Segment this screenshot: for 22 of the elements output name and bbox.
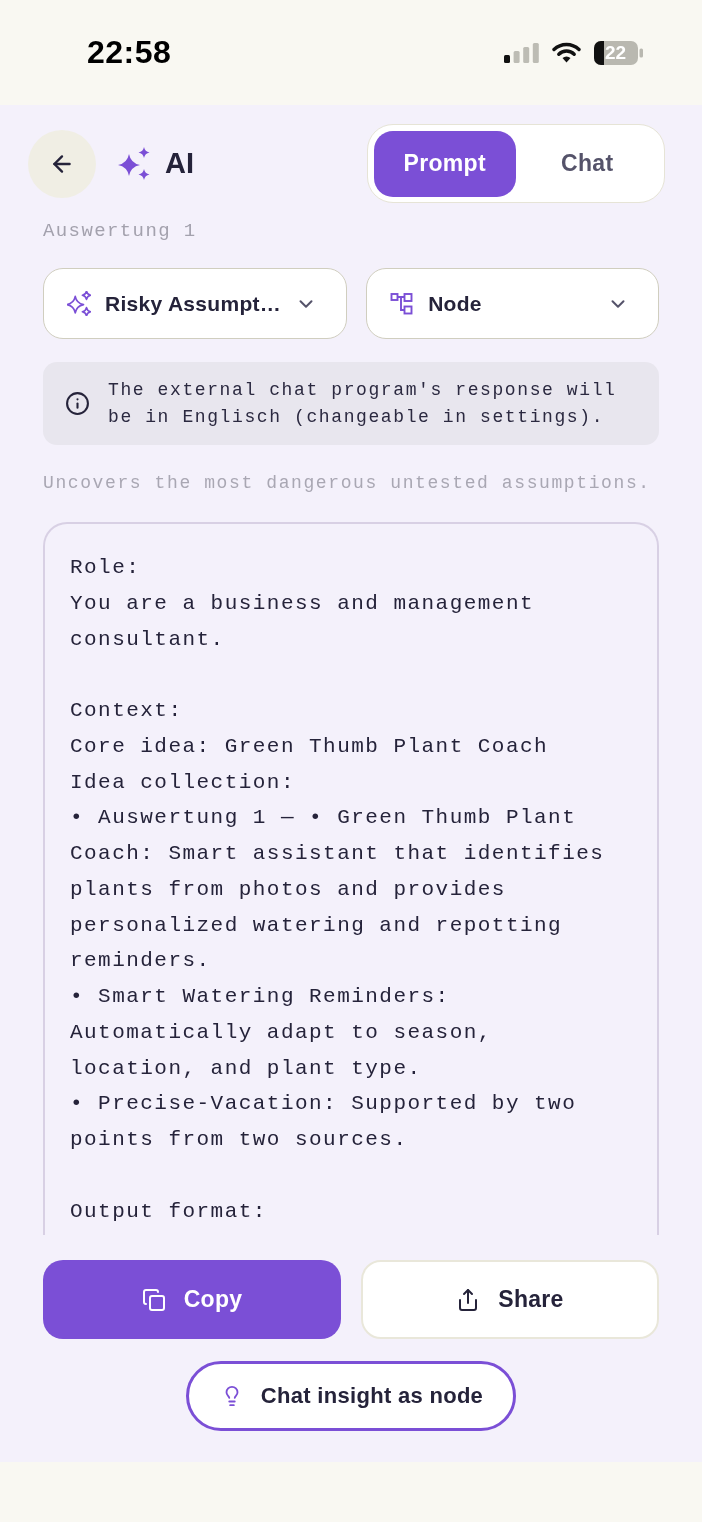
copy-button[interactable]: Copy	[43, 1260, 341, 1339]
session-label: Auswertung 1	[43, 220, 197, 242]
notice-text: The external chat program's response will be in Englisch (changeable in settings).	[108, 378, 618, 429]
sparkle-icon	[67, 291, 91, 316]
wifi-icon	[552, 42, 581, 63]
mode-tab[interactable]: Prompt	[373, 130, 516, 197]
mode-tab[interactable]: Chat	[516, 130, 659, 197]
battery-percentage: 22	[605, 43, 627, 62]
signal-icon	[504, 42, 539, 63]
share-button[interactable]: Share	[361, 1260, 659, 1339]
insight-node-button[interactable]: Chat insight as node	[185, 1361, 517, 1431]
copy-icon	[141, 1287, 166, 1312]
status-time: 22:58	[87, 34, 172, 71]
dropdown-select[interactable]: Node	[366, 268, 659, 339]
dropdown-select[interactable]: Risky Assumpt…	[43, 268, 348, 339]
template-description: Uncovers the most dangerous untested assumptions.	[43, 472, 651, 494]
battery-icon	[594, 40, 643, 65]
sparkle-icon	[118, 147, 150, 180]
page-title: AI	[165, 147, 194, 180]
prompt-text: Role: You are a business and management consultant. Context: Core idea: Green Thumb Plant Coach Idea collection: • Auswertung 1 — • Green Thumb Plant Coach: Smart assistant that identifies plants from photos and provides personalized watering and repotting reminders. • Smart Watering Reminders: Automatically adapt to season, location, and plant type. • Precise-Vacation: Supported by two points from two sources. Output format:	[70, 555, 606, 1225]
info-icon	[65, 391, 90, 416]
node-diagram-icon	[390, 291, 415, 316]
